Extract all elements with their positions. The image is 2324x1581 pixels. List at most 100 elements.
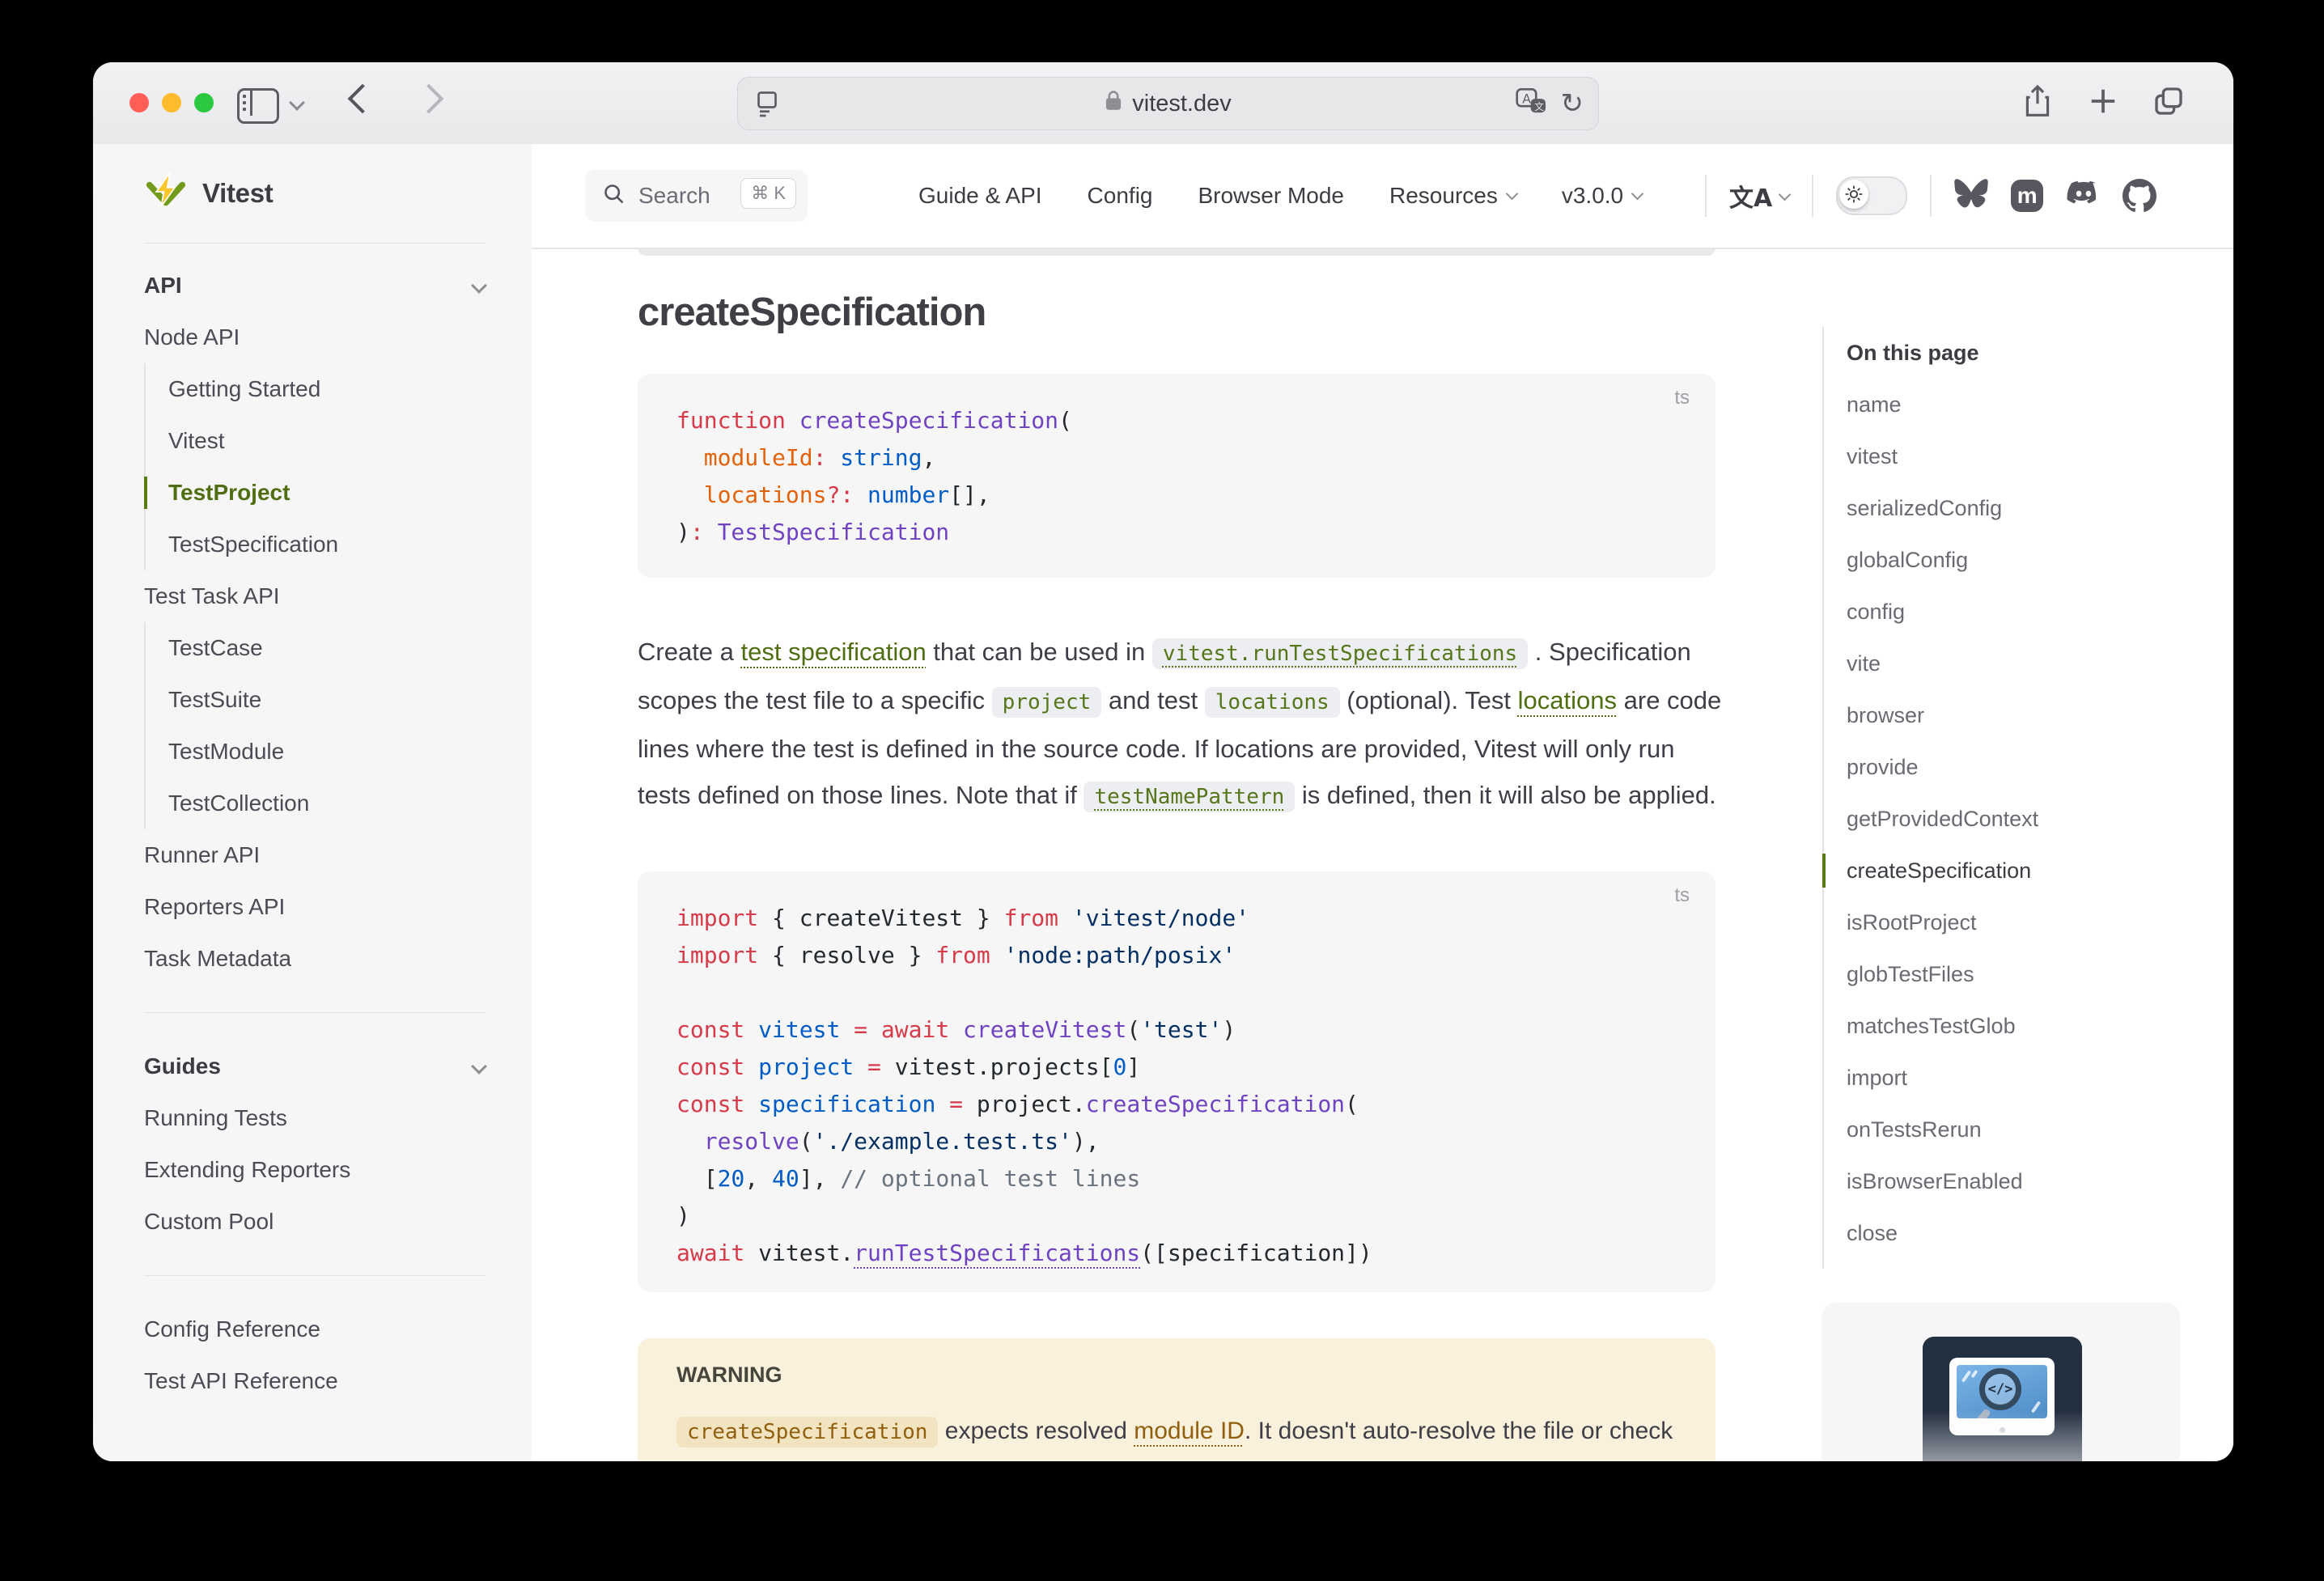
toc-title: On this page (1847, 327, 2170, 379)
zoom-window-button[interactable] (194, 93, 214, 112)
inline-code: project (992, 687, 1102, 718)
lock-icon (1105, 90, 1122, 117)
browser-window: vitest.dev A 文 ↻ (93, 62, 2233, 1461)
theme-toggle-knob (1839, 180, 1868, 209)
toc-item-isbrowserenabled[interactable]: isBrowserEnabled (1847, 1155, 2170, 1207)
text-run: is defined, then it will also be applied… (1295, 781, 1715, 809)
toc-item-ontestsrerun[interactable]: onTestsRerun (1847, 1104, 2170, 1155)
mastodon-icon[interactable]: m (2011, 180, 2043, 212)
tab-overview-icon[interactable] (2152, 85, 2185, 121)
code-lang-label: ts (1674, 387, 1690, 409)
sidebar-item-running-tests[interactable]: Running Tests (144, 1092, 486, 1144)
sponsor-card[interactable]: </> (1821, 1303, 2180, 1461)
toc-item-globtestfiles[interactable]: globTestFiles (1847, 948, 2170, 1000)
nav-link-guide-api[interactable]: Guide & API (918, 183, 1042, 209)
reload-icon[interactable]: ↻ (1561, 87, 1584, 120)
toc-item-getprovidedcontext[interactable]: getProvidedContext (1847, 793, 2170, 845)
navbar-divider (1705, 175, 1707, 217)
toc-item-globalconfig[interactable]: globalConfig (1847, 534, 2170, 586)
toc-item-import[interactable]: import (1847, 1052, 2170, 1104)
toc-item-isrootproject[interactable]: isRootProject (1847, 896, 2170, 948)
nav-link-v3-0-0[interactable]: v3.0.0 (1562, 183, 1642, 209)
search-button[interactable]: Search ⌘ K (585, 170, 808, 222)
inline-code: createSpecification (676, 1417, 938, 1447)
sidebar-section-api[interactable]: API (144, 260, 486, 312)
forward-button (414, 84, 444, 114)
toc-item-vitest[interactable]: vitest (1847, 430, 2170, 482)
back-button[interactable] (348, 84, 378, 114)
sidebar-item-config-reference[interactable]: Config Reference (144, 1303, 486, 1355)
nav-link-browser-mode[interactable]: Browser Mode (1198, 183, 1344, 209)
discord-icon[interactable] (2066, 179, 2100, 213)
chevron-down-icon[interactable] (289, 95, 305, 111)
warning-callout: WARNING createSpecification expects reso… (638, 1338, 1715, 1461)
sidebar-item-runner-api[interactable]: Runner API (144, 829, 486, 881)
warning-body: createSpecification expects resolved mod… (676, 1409, 1677, 1461)
toc-item-browser[interactable]: browser (1847, 689, 2170, 741)
sidebar-item-testspecification[interactable]: TestSpecification (168, 519, 486, 570)
sidebar-item-testsuite[interactable]: TestSuite (168, 674, 486, 726)
inline-link[interactable]: test specification (741, 638, 927, 666)
address-bar[interactable]: vitest.dev A 文 ↻ (737, 77, 1599, 130)
share-icon[interactable] (2021, 83, 2054, 123)
signature-code-block[interactable]: ts function createSpecification( moduleI… (638, 374, 1715, 578)
docs-navbar: Search ⌘ K Guide & API Config Browser Mode… (532, 144, 2233, 249)
inline-link[interactable]: locations (1518, 686, 1617, 714)
site-title: Vitest (202, 178, 273, 209)
language-menu[interactable]: 文A (1729, 178, 1789, 214)
bluesky-icon[interactable] (1954, 179, 1988, 213)
sidebar-item-task-metadata[interactable]: Task Metadata (144, 933, 486, 985)
sidebar-item-extending-reporters[interactable]: Extending Reporters (144, 1144, 486, 1196)
sidebar-item-test-task-api[interactable]: Test Task API (144, 570, 486, 622)
new-tab-icon[interactable] (2088, 86, 2118, 121)
nav-link-resources[interactable]: Resources (1389, 183, 1516, 209)
previous-codeblock-sliver (638, 249, 1715, 256)
text-run: (optional). Test (1340, 686, 1518, 714)
warning-title: WARNING (676, 1363, 1677, 1388)
toc-item-name[interactable]: name (1847, 379, 2170, 430)
toc-item-serializedconfig[interactable]: serializedConfig (1847, 482, 2170, 534)
sidebar-item-testcase[interactable]: TestCase (168, 622, 486, 674)
sponsor-illustration: </> (1923, 1337, 2082, 1461)
docs-sidebar: Vitest APINode APIGetting StartedVitestT… (93, 144, 532, 1461)
sidebar-item-testcollection[interactable]: TestCollection (168, 778, 486, 829)
inline-link[interactable]: module ID (1134, 1418, 1245, 1444)
github-icon[interactable] (2123, 179, 2156, 213)
nav-links: Guide & API Config Browser Mode Resources v3… (918, 144, 1642, 248)
sidebar-item-reporters-api[interactable]: Reporters API (144, 881, 486, 933)
text-run: and test (1101, 686, 1205, 714)
translate-page-icon[interactable]: A 文 (1516, 88, 1548, 120)
sidebar-item-node-api[interactable]: Node API (144, 312, 486, 363)
sidebar-item-custom-pool[interactable]: Custom Pool (144, 1196, 486, 1248)
toc-item-config[interactable]: config (1847, 586, 2170, 638)
site-logo[interactable]: Vitest (144, 144, 486, 244)
on-this-page: On this page namevitestserializedConfigg… (1822, 327, 2170, 1269)
toc-item-createspecification[interactable]: createSpecification (1847, 845, 2170, 896)
example-code-block[interactable]: ts import { createVitest } from 'vitest/… (638, 871, 1715, 1292)
toc-item-provide[interactable]: provide (1847, 741, 2170, 793)
sidebar-item-test-api-reference[interactable]: Test API Reference (144, 1355, 486, 1407)
text-run: Create a (638, 638, 741, 666)
toc-item-matchestestglob[interactable]: matchesTestGlob (1847, 1000, 2170, 1052)
svg-text:A: A (1522, 91, 1531, 106)
inline-code[interactable]: testNamePattern (1084, 782, 1295, 812)
nav-link-config[interactable]: Config (1088, 183, 1153, 209)
sidebar-toggle-icon[interactable] (237, 88, 279, 124)
toc-item-close[interactable]: close (1847, 1207, 2170, 1259)
vitest-logo-icon (144, 170, 188, 218)
sidebar-section-guides[interactable]: Guides (144, 1041, 486, 1092)
inline-code[interactable]: vitest.runTestSpecifications (1152, 638, 1528, 669)
doc-content: createSpecification ts function createSp… (532, 249, 2233, 1461)
navbar-divider (1812, 175, 1813, 217)
sidebar-item-getting-started[interactable]: Getting Started (168, 363, 486, 415)
sidebar-item-testmodule[interactable]: TestModule (168, 726, 486, 778)
sidebar-item-vitest[interactable]: Vitest (168, 415, 486, 467)
sidebar-item-testproject[interactable]: TestProject (168, 467, 486, 519)
theme-toggle[interactable] (1836, 176, 1907, 215)
search-label: Search (638, 183, 710, 209)
translate-icon: 文A (1729, 178, 1772, 214)
search-shortcut-kbd: ⌘ K (740, 178, 796, 209)
minimize-window-button[interactable] (162, 93, 181, 112)
toc-item-vite[interactable]: vite (1847, 638, 2170, 689)
close-window-button[interactable] (129, 93, 149, 112)
